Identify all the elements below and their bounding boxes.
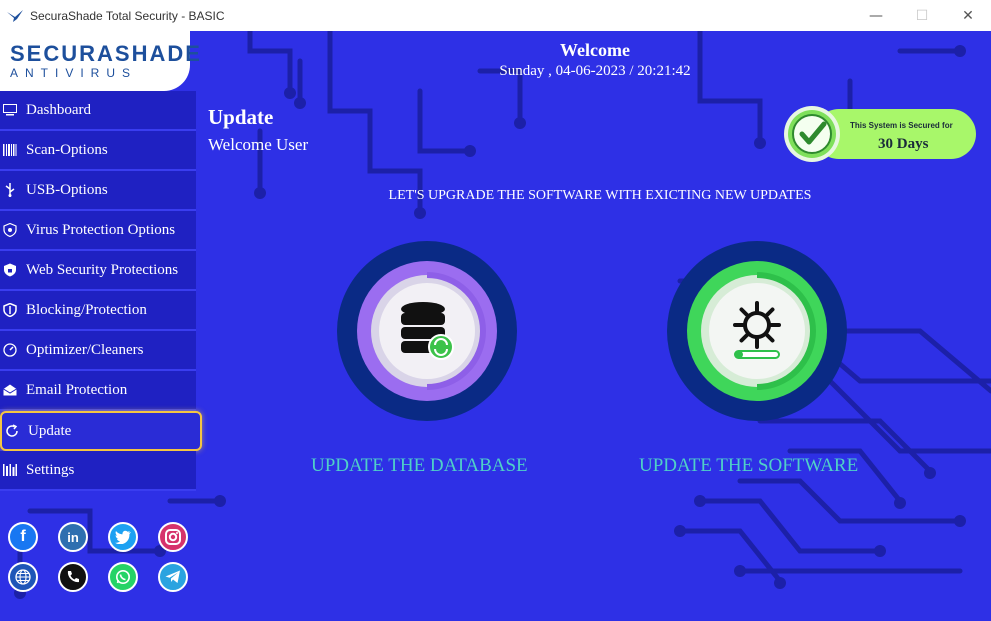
sidebar-item-label: Web Security Protections bbox=[26, 261, 179, 278]
gauge-icon bbox=[2, 342, 18, 358]
sidebar-item-dashboard[interactable]: Dashboard bbox=[0, 91, 196, 131]
sidebar-item-label: Settings bbox=[26, 461, 75, 478]
sidebar-item-blocking-protection[interactable]: Blocking/Protection bbox=[0, 291, 196, 331]
sidebar-item-label: Optimizer/Cleaners bbox=[26, 341, 144, 358]
page-title: Update bbox=[208, 105, 274, 129]
header-welcome: Welcome bbox=[560, 40, 630, 60]
toll-free-phone-icon[interactable] bbox=[58, 562, 88, 592]
sidebar-item-usb-options[interactable]: USB-Options bbox=[0, 171, 196, 211]
telegram-icon[interactable] bbox=[158, 562, 188, 592]
update-software-button[interactable] bbox=[667, 241, 847, 421]
sidebar-item-label: Blocking/Protection bbox=[26, 301, 147, 318]
sidebar-item-settings[interactable]: Settings bbox=[0, 451, 196, 491]
twitter-icon[interactable] bbox=[108, 522, 138, 552]
usb-icon bbox=[2, 182, 18, 198]
secured-badge-line1: This System is Secured for bbox=[850, 121, 953, 130]
facebook-icon[interactable]: f bbox=[8, 522, 38, 552]
lock-shield-icon bbox=[2, 262, 18, 278]
linkedin-icon[interactable]: in bbox=[58, 522, 88, 552]
secured-badge: This System is Secured for 30 Days bbox=[778, 104, 976, 162]
header-datetime: Sunday , 04-06-2023 / 20:21:42 bbox=[499, 63, 691, 79]
whatsapp-icon[interactable] bbox=[108, 562, 138, 592]
sidebar-item-virus-protection[interactable]: Virus Protection Options bbox=[0, 211, 196, 251]
instagram-icon[interactable] bbox=[158, 522, 188, 552]
close-button[interactable]: ✕ bbox=[945, 0, 991, 31]
sidebar-item-label: Virus Protection Options bbox=[26, 221, 176, 238]
virus-shield-icon bbox=[2, 222, 18, 238]
maximize-button[interactable]: ☐ bbox=[899, 0, 945, 31]
sidebar-item-web-security[interactable]: Web Security Protections bbox=[0, 251, 196, 291]
sidebar-item-update[interactable]: Update bbox=[0, 411, 202, 451]
upgrade-tagline: LET'S UPGRADE THE SOFTWARE WITH EXICTING… bbox=[388, 188, 812, 203]
update-database-button[interactable] bbox=[337, 241, 517, 421]
sidebar-item-label: Email Protection bbox=[26, 381, 128, 398]
brand-name: SECURASHADE bbox=[10, 41, 202, 66]
update-software-label[interactable]: UPDATE THE SOFTWARE bbox=[639, 455, 858, 477]
sidebar-item-optimizer-cleaners[interactable]: Optimizer/Cleaners bbox=[0, 331, 196, 371]
website-globe-icon[interactable] bbox=[8, 562, 38, 592]
title-bar: SecuraShade Total Security - BASIC — ☐ ✕ bbox=[0, 0, 991, 31]
monitor-icon bbox=[2, 102, 18, 118]
app-bird-icon bbox=[7, 9, 23, 22]
secured-badge-days: 30 Days bbox=[878, 136, 929, 152]
sidebar-item-label: Dashboard bbox=[26, 101, 91, 118]
sidebar: Dashboard Scan-Options USB-Options Virus… bbox=[0, 91, 202, 491]
sidebar-item-label: Scan-Options bbox=[26, 141, 108, 158]
sidebar-item-email-protection[interactable]: Email Protection bbox=[0, 371, 196, 411]
email-icon bbox=[2, 382, 18, 398]
window-controls: — ☐ ✕ bbox=[853, 0, 991, 31]
minimize-button[interactable]: — bbox=[853, 0, 899, 31]
brand-logo: SECURASHADE ANTIVIRUS bbox=[0, 31, 200, 91]
database-update-icon bbox=[357, 261, 497, 401]
refresh-icon bbox=[4, 423, 20, 439]
shield-icon bbox=[2, 302, 18, 318]
checkmark-shield-icon bbox=[784, 106, 840, 162]
barcode-icon bbox=[2, 142, 18, 158]
sidebar-item-scan-options[interactable]: Scan-Options bbox=[0, 131, 196, 171]
sidebar-item-label: USB-Options bbox=[26, 181, 108, 198]
update-database-label[interactable]: UPDATE THE DATABASE bbox=[311, 455, 528, 477]
page-subtitle: Welcome User bbox=[208, 135, 309, 154]
window-title: SecuraShade Total Security - BASIC bbox=[30, 8, 225, 23]
settings-icon bbox=[2, 462, 18, 478]
sidebar-item-label: Update bbox=[28, 422, 72, 439]
brand-subtitle: ANTIVIRUS bbox=[10, 66, 138, 80]
software-update-icon bbox=[687, 261, 827, 401]
